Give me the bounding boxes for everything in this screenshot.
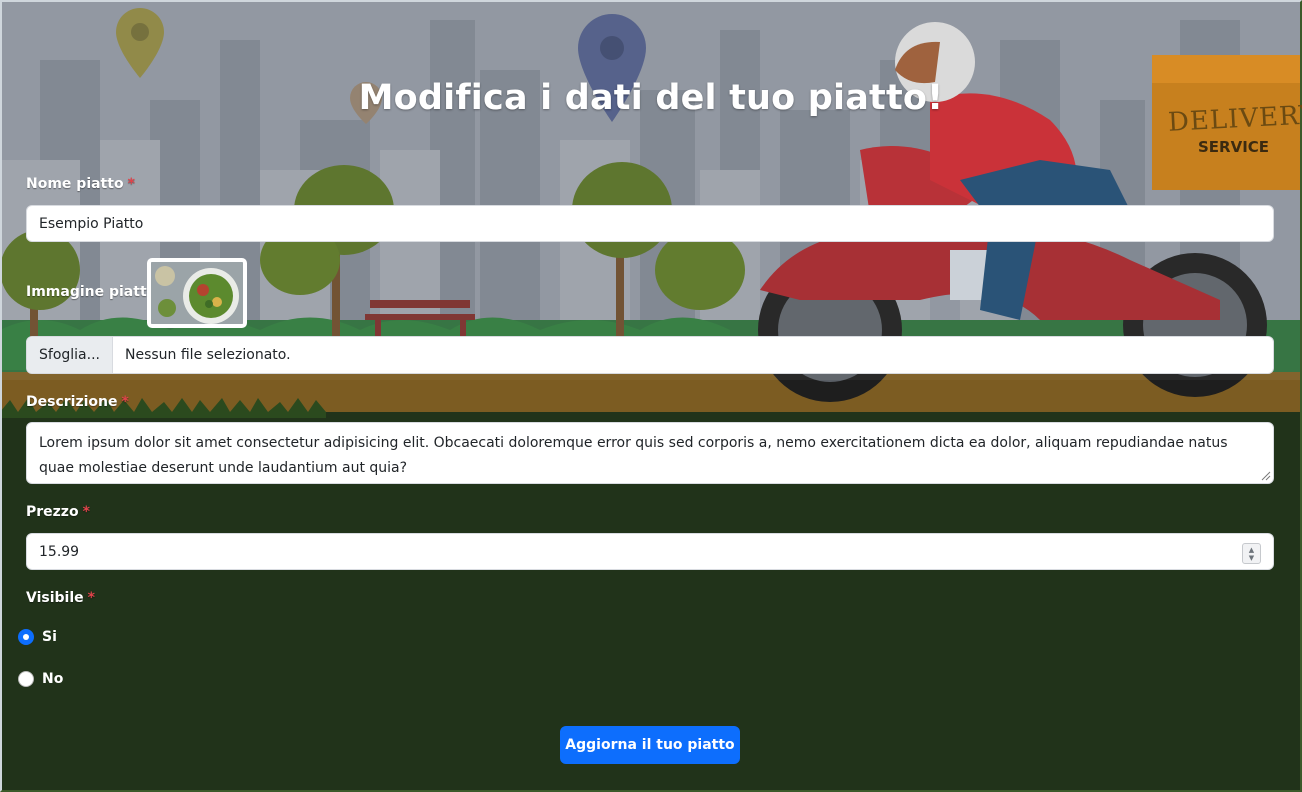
dish-name-input[interactable]: Esempio Piatto [26,205,1274,242]
price-input[interactable]: 15.99 ▲ ▼ [26,533,1274,570]
visible-option-si[interactable]: Si [18,629,57,645]
browse-button[interactable]: Sfoglia... [27,337,113,373]
delivery-box-subtext: SERVICE [1198,138,1270,156]
file-status: Nessun file selezionato. [124,347,291,363]
dish-image-label: Immagine piatto [26,284,157,300]
description-value: Lorem ipsum dolor sit amet consectetur a… [39,435,1228,476]
radio-unchecked-icon[interactable] [18,671,34,687]
required-marker: * [82,504,90,520]
spinner-up-icon[interactable]: ▲ [1249,546,1254,554]
description-label-text: Descrizione [26,394,118,410]
page-title: Modifica i dati del tuo piatto! [358,78,944,118]
number-spinner[interactable]: ▲ ▼ [1242,543,1261,564]
required-marker: * [127,176,135,192]
edit-dish-form: DELIVERY SERVICE Modifica i dati del tuo… [0,0,1302,792]
dish-image-file-input[interactable]: Sfoglia... Nessun file selezionato. [26,336,1274,374]
required-marker: * [87,590,95,606]
price-label-text: Prezzo [26,504,79,520]
visible-label-text: Visibile [26,590,84,606]
dish-name-label-text: Nome piatto [26,176,124,192]
visible-option-si-label: Si [42,629,57,645]
visible-option-no-label: No [42,671,64,687]
spinner-down-icon[interactable]: ▼ [1249,554,1254,562]
price-label: Prezzo * [26,504,90,520]
required-marker: * [121,394,129,410]
visible-option-no[interactable]: No [18,671,63,687]
visible-label: Visibile * [26,590,95,606]
resize-handle-icon[interactable] [1259,469,1271,481]
price-value: 15.99 [39,543,80,560]
update-dish-button[interactable]: Aggiorna il tuo piatto [560,726,740,764]
radio-checked-icon[interactable] [18,629,34,645]
dish-name-label: Nome piatto * [26,176,135,192]
description-label: Descrizione * [26,394,129,410]
dish-image-preview [147,258,247,328]
description-textarea[interactable]: Lorem ipsum dolor sit amet consectetur a… [26,422,1274,484]
dish-name-value: Esempio Piatto [39,215,144,232]
